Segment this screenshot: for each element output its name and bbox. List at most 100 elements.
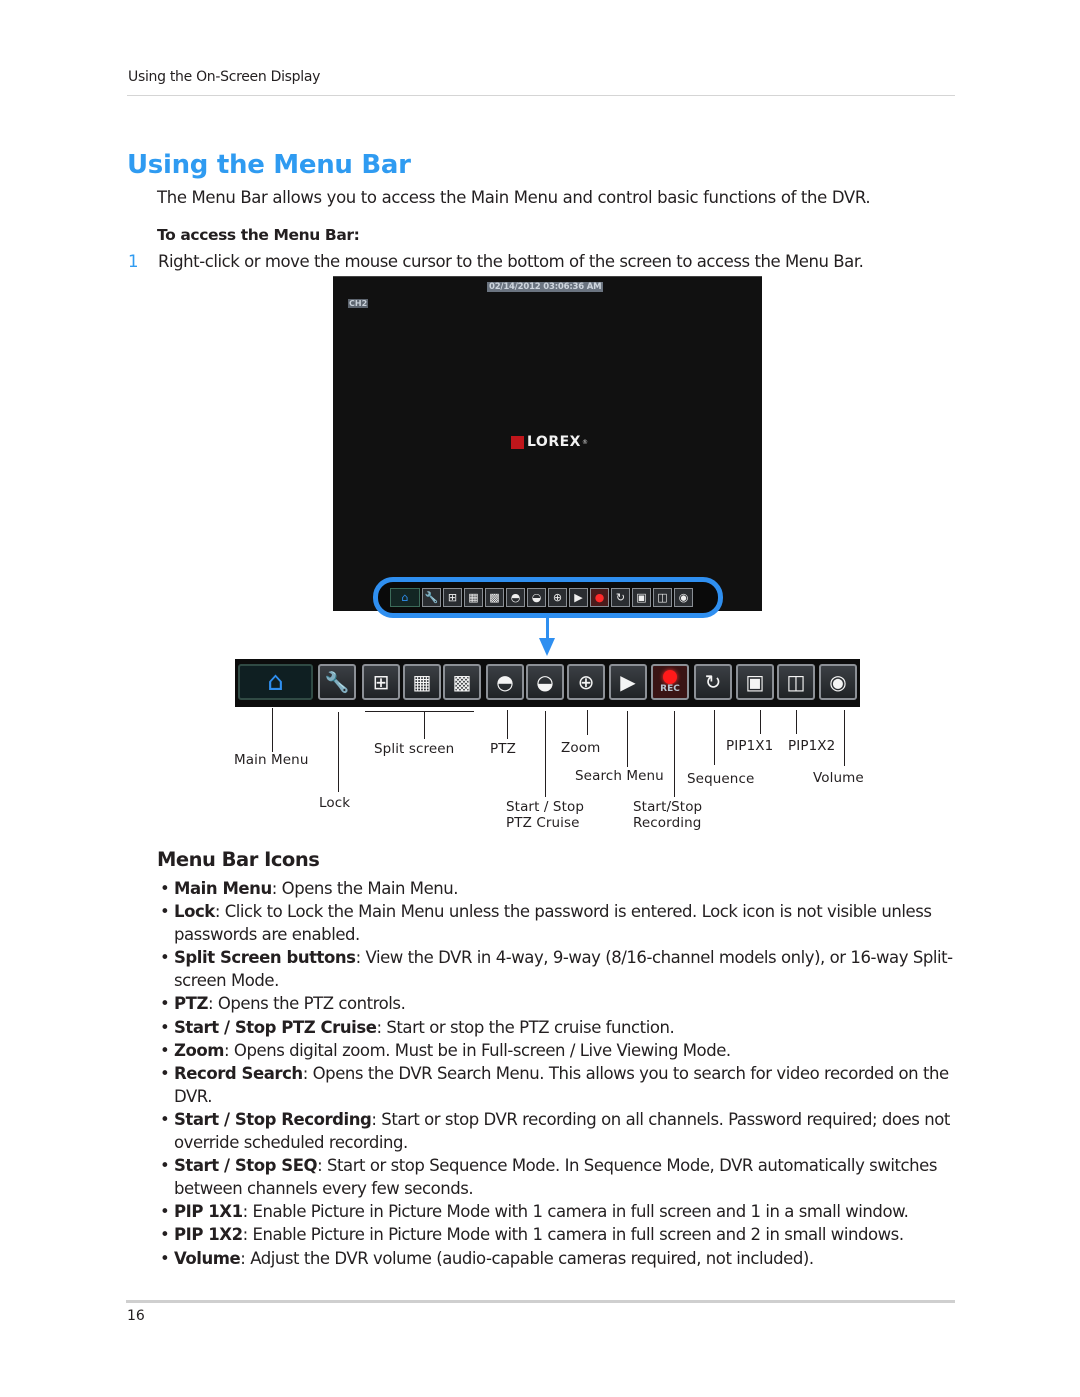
pip1x1-icon: ▣ — [736, 664, 774, 700]
callout-line-volume — [844, 710, 845, 766]
ptz-cruise-icon: ◒ — [526, 664, 564, 700]
item-description: : Adjust the DVR volume (audio-capable c… — [240, 1248, 814, 1268]
record-icon: REC — [651, 664, 689, 700]
list-item: Record Search: Opens the DVR Search Menu… — [160, 1062, 960, 1108]
lock-icon: 🔧 — [318, 664, 356, 700]
search-icon: ▶ — [609, 664, 647, 700]
item-description: : Enable Picture in Picture Mode with 1 … — [242, 1225, 904, 1245]
callout-line-main-menu — [272, 708, 273, 752]
step-text: Right-click or move the mouse cursor to … — [158, 252, 864, 271]
item-term: Zoom — [174, 1040, 225, 1060]
item-term: Volume — [174, 1248, 241, 1268]
running-header: Using the On-Screen Display — [128, 69, 321, 85]
callout-line-search — [627, 711, 628, 767]
page-title: Using the Menu Bar — [127, 150, 411, 180]
item-term: Start / Stop Recording — [174, 1109, 372, 1129]
mini-split-16-icon: ▩ — [485, 588, 504, 607]
mini-lock-icon: 🔧 — [422, 588, 441, 607]
intro-paragraph: The Menu Bar allows you to access the Ma… — [157, 188, 871, 207]
split-9-icon: ▦ — [403, 664, 441, 700]
item-description: : Opens the Main Menu. — [271, 879, 459, 898]
lorex-logo-mark-icon — [511, 435, 524, 449]
list-item: PIP 1X1: Enable Picture in Picture Mode … — [160, 1200, 960, 1223]
pip1x2-icon: ◫ — [777, 664, 815, 700]
dvr-screenshot: 02/14/2012 03:06:36 AM CH2 LOREX ® — [333, 276, 762, 611]
mini-split-4-icon: ⊞ — [443, 588, 462, 607]
item-term: Main Menu — [174, 879, 272, 898]
item-term: Start / Stop PTZ Cruise — [174, 1017, 377, 1037]
procedure-heading: To access the Menu Bar: — [157, 226, 360, 244]
mini-pip1x1-icon: ▣ — [632, 588, 651, 607]
zoom-icon: ⊕ — [567, 664, 605, 700]
ptz-icon: ◓ — [486, 664, 524, 700]
list-item: Volume: Adjust the DVR volume (audio-cap… — [160, 1247, 960, 1270]
callout-line-zoom — [587, 710, 588, 735]
list-item: Start / Stop Recording: Start or stop DV… — [160, 1108, 960, 1154]
item-term: Record Search — [174, 1063, 303, 1083]
mini-pip1x2-icon: ◫ — [653, 588, 672, 607]
lorex-logo: LOREX ® — [511, 434, 588, 450]
callout-bracket-split — [365, 711, 474, 712]
page-number: 16 — [127, 1308, 145, 1324]
item-term: PIP 1X1 — [174, 1202, 243, 1222]
mini-volume-icon: ◉ — [674, 588, 693, 607]
item-term: Split Screen buttons — [174, 948, 356, 968]
list-item: PIP 1X2: Enable Picture in Picture Mode … — [160, 1223, 960, 1246]
mini-split-9-icon: ▦ — [464, 588, 483, 607]
record-label: REC — [660, 684, 680, 694]
callout-sequence: Sequence — [687, 771, 755, 787]
down-arrow-icon — [539, 638, 555, 656]
callout-zoom: Zoom — [561, 740, 601, 756]
item-term: PTZ — [174, 994, 208, 1014]
callout-recording-line1: Start/Stop — [633, 799, 703, 815]
callout-lock: Lock — [319, 795, 351, 811]
item-term: PIP 1X2 — [174, 1225, 243, 1245]
header-divider — [127, 95, 955, 96]
volume-icon: ◉ — [819, 664, 857, 700]
mini-record-icon: ● — [590, 588, 609, 607]
mini-ptz-icon: ◓ — [506, 588, 525, 607]
callout-line-recording — [674, 711, 675, 797]
lorex-logo-text: LOREX — [527, 434, 581, 450]
callout-ptz: PTZ — [490, 741, 516, 757]
callout-split-screen: Split screen — [374, 741, 455, 757]
callout-volume: Volume — [813, 770, 864, 786]
item-term: Start / Stop SEQ — [174, 1156, 318, 1176]
home-icon: ⌂ — [238, 664, 313, 700]
callout-ptz-cruise-line1: Start / Stop — [506, 799, 585, 815]
item-term: Lock — [174, 902, 215, 922]
callout-line-pip1x2 — [796, 710, 797, 734]
list-item: PTZ: Opens the PTZ controls. — [160, 992, 960, 1015]
callout-ptz-cruise-line2: PTZ Cruise — [506, 815, 580, 831]
callout-line-split — [424, 711, 425, 739]
list-item: Start / Stop PTZ Cruise: Start or stop t… — [160, 1016, 960, 1039]
mini-menu-bar: ⌂ 🔧 ⊞ ▦ ▩ ◓ ◒ ⊕ ▶ ● ↻ ▣ ◫ ◉ — [390, 588, 693, 607]
split-4-icon: ⊞ — [362, 664, 400, 700]
list-item: Start / Stop SEQ: Start or stop Sequence… — [160, 1154, 960, 1200]
callout-line-pip1x1 — [760, 710, 761, 734]
menu-bar-highlight: ⌂ 🔧 ⊞ ▦ ▩ ◓ ◒ ⊕ ▶ ● ↻ ▣ ◫ ◉ — [373, 577, 723, 618]
registered-mark: ® — [581, 438, 588, 446]
record-dot-icon — [663, 670, 677, 684]
mini-sequence-icon: ↻ — [611, 588, 630, 607]
callout-search-menu: Search Menu — [575, 768, 664, 784]
item-description: : Start or stop the PTZ cruise function. — [376, 1017, 675, 1037]
menu-bar-enlarged: ⌂ 🔧 ⊞ ▦ ▩ ◓ ◒ ⊕ ▶ REC ↻ ▣ ◫ ◉ — [235, 659, 860, 707]
list-item: Lock: Click to Lock the Main Menu unless… — [160, 900, 960, 946]
list-item: Zoom: Opens digital zoom. Must be in Ful… — [160, 1039, 960, 1062]
callout-pip1x1: PIP1X1 — [726, 738, 774, 754]
callout-line-ptz-cruise — [545, 711, 546, 797]
mini-zoom-icon: ⊕ — [548, 588, 567, 607]
dvr-timestamp: 02/14/2012 03:06:36 AM — [487, 282, 604, 292]
mini-ptz-cruise-icon: ◒ — [527, 588, 546, 607]
step-number: 1 — [128, 252, 139, 271]
icon-descriptions-list: Main Menu: Opens the Main Menu. Lock: Cli… — [160, 877, 960, 1270]
item-description: : Opens digital zoom. Must be in Full-sc… — [224, 1040, 731, 1060]
callout-recording-line2: Recording — [633, 815, 702, 831]
sequence-icon: ↻ — [694, 664, 732, 700]
section-heading: Menu Bar Icons — [157, 848, 320, 871]
item-description: : Opens the PTZ controls. — [207, 994, 406, 1014]
callout-line-lock — [338, 712, 339, 792]
item-description: : Click to Lock the Main Menu unless the… — [174, 902, 932, 945]
callout-main-menu: Main Menu — [234, 752, 309, 768]
